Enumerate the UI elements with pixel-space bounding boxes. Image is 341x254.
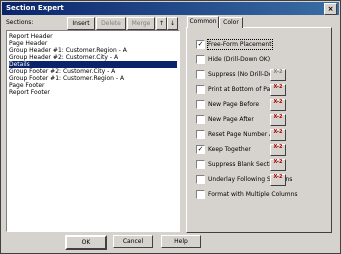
close-button[interactable]: × [324,3,337,15]
section-item-details[interactable]: Details [9,61,177,68]
delete-button[interactable]: Delete [96,17,126,30]
print-at-bottom-formula-button[interactable]: X-2 [270,84,286,96]
move-down-button[interactable]: ↓ [167,17,178,30]
section-item-group-header-1[interactable]: Group Header #1: Customer.Region - A [9,47,177,54]
print-at-bottom-checkbox[interactable] [196,85,205,94]
section-item-page-footer[interactable]: Page Footer [9,82,177,89]
section-item-group-footer-1[interactable]: Group Footer #1: Customer.Region - A [9,75,177,82]
new-page-after-label: New Page After [208,116,254,123]
insert-button[interactable]: Insert [67,17,95,30]
sections-label: Sections: [6,19,34,26]
multiple-columns-checkbox[interactable] [196,190,205,199]
section-item-group-footer-2[interactable]: Group Footer #2: Customer.City - A [9,68,177,75]
merge-button[interactable]: Merge [127,17,155,30]
new-page-after-checkbox[interactable] [196,115,205,124]
print-at-bottom-label: Print at Bottom of Page [208,86,278,93]
keep-together-checkbox[interactable]: ✓ [196,145,205,154]
keep-together-label: Keep Together [208,146,251,153]
help-button[interactable]: Help [161,235,201,248]
suppress-blank-formula-button[interactable]: X-2 [270,159,286,171]
keep-together-formula-button[interactable]: X-2 [270,144,286,156]
tab-common[interactable]: Common [187,16,219,28]
underlay-checkbox[interactable] [196,175,205,184]
new-page-before-checkbox[interactable] [196,100,205,109]
suppress-blank-checkbox[interactable] [196,160,205,169]
underlay-formula-button[interactable]: X-2 [270,174,286,186]
hide-label: Hide (Drill-Down OK) [208,56,271,63]
ok-button[interactable]: OK [65,235,107,250]
suppress-blank-label: Suppress Blank Section [208,161,279,168]
section-item-report-header[interactable]: Report Header [9,33,177,40]
sections-list[interactable]: Report Header Page Header Group Header #… [6,30,180,232]
cancel-button[interactable]: Cancel [113,235,153,248]
hide-checkbox[interactable] [196,55,205,64]
suppress-checkbox[interactable] [196,70,205,79]
section-item-page-header[interactable]: Page Header [9,40,177,47]
new-page-before-formula-button[interactable]: X-2 [270,99,286,111]
window-title: Section Expert [6,4,64,12]
free-form-placement-checkbox[interactable]: ✓ [196,40,205,49]
suppress-formula-button[interactable]: X-2 [270,69,286,81]
reset-page-number-formula-button[interactable]: X-2 [270,129,286,141]
tab-color[interactable]: Color [219,17,243,28]
new-page-after-formula-button[interactable]: X-2 [270,114,286,126]
multiple-columns-label: Format with Multiple Columns [208,191,298,198]
move-up-button[interactable]: ↑ [156,17,167,30]
free-form-placement-label: Free-Form Placement [207,39,273,50]
section-item-report-footer[interactable]: Report Footer [9,89,177,96]
section-item-group-header-2[interactable]: Group Header #2: Customer.City - A [9,54,177,61]
new-page-before-label: New Page Before [208,101,260,108]
reset-page-number-checkbox[interactable] [196,130,205,139]
title-bar: Section Expert × [2,2,339,15]
